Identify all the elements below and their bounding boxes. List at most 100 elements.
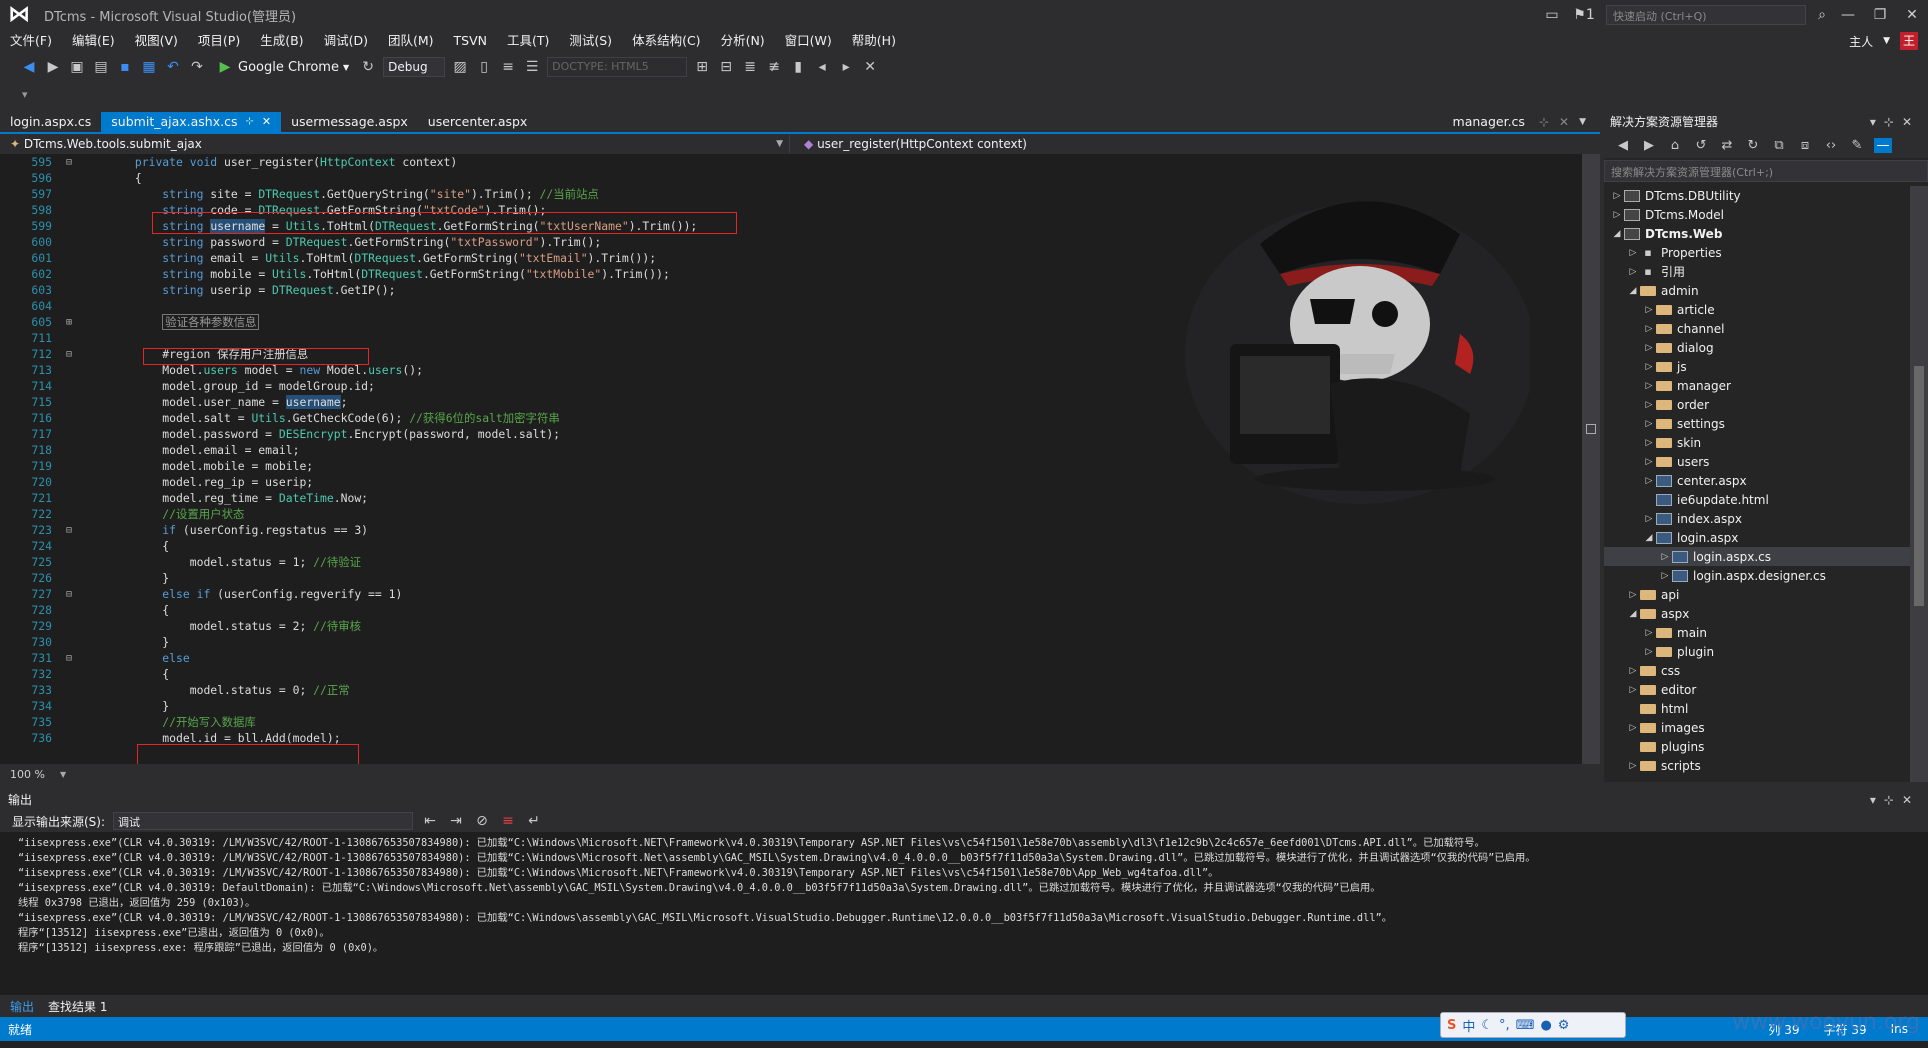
collapse-arrow-icon[interactable]: ◢ <box>1626 609 1640 619</box>
pin-icon[interactable]: ⊹ <box>245 112 253 132</box>
word-wrap-icon[interactable]: ≡ <box>499 813 517 829</box>
close-icon[interactable]: ✕ <box>262 112 271 132</box>
tree-item[interactable]: ◢ admin <box>1604 281 1910 300</box>
close-icon[interactable]: ✕ <box>1902 115 1920 129</box>
indent-icon[interactable]: ≡ <box>499 59 517 75</box>
tree-item[interactable]: ▷ DTcms.DBUtility <box>1604 186 1910 205</box>
clear-all-icon[interactable]: ⊘ <box>473 813 491 829</box>
search-icon[interactable]: ⌕ <box>1812 7 1832 23</box>
align-icon[interactable]: ⊞ <box>693 59 711 75</box>
pin-icon[interactable]: ⊹ <box>1539 115 1549 129</box>
preview-icon[interactable]: — <box>1874 137 1892 153</box>
back-icon[interactable]: ◀ <box>20 59 38 75</box>
settings-icon[interactable]: ⚙ <box>1558 1018 1570 1033</box>
quick-launch-input[interactable]: 快速启动 (Ctrl+Q) <box>1606 5 1806 25</box>
tab-submit-ajax-ashx-cs[interactable]: submit_ajax.ashx.cs ⊹ ✕ <box>101 112 282 132</box>
tab-list-dropdown-icon[interactable]: ▼ <box>1579 117 1586 127</box>
toggle-word-wrap-icon[interactable]: ↵ <box>525 813 543 829</box>
notifications-icon[interactable]: ▭ <box>1536 7 1568 23</box>
collapse-icon[interactable]: ⊟ <box>58 525 80 536</box>
clear-bookmarks-icon[interactable]: ✕ <box>861 59 879 75</box>
menu-debug[interactable]: 调试(D) <box>314 30 378 52</box>
new-project-icon[interactable]: ▣ <box>68 59 86 75</box>
tree-item[interactable]: ▷ plugin <box>1604 642 1910 661</box>
tab-manager-cs[interactable]: manager.cs <box>1449 112 1529 132</box>
uncomment-icon[interactable]: ≢ <box>765 59 783 75</box>
page-icon[interactable]: ▯ <box>475 59 493 75</box>
menu-team[interactable]: 团队(M) <box>378 30 444 52</box>
prev-bookmark-icon[interactable]: ◂ <box>813 59 831 75</box>
expand-arrow-icon[interactable]: ▷ <box>1610 210 1624 220</box>
expand-arrow-icon[interactable]: ▷ <box>1626 666 1640 676</box>
expand-arrow-icon[interactable]: ▷ <box>1642 343 1656 353</box>
ime-toolbar[interactable]: S 中 ☾ °, ⌨ ● ⚙ <box>1440 1012 1626 1038</box>
half-width-icon[interactable]: ☾ <box>1481 1018 1493 1033</box>
menu-architecture[interactable]: 体系结构(C) <box>622 30 710 52</box>
tree-item[interactable]: ▷ js <box>1604 357 1910 376</box>
overflow-icon[interactable]: ▾ <box>22 88 28 101</box>
tab-usercenter-aspx[interactable]: usercenter.aspx <box>418 112 538 132</box>
solution-explorer-scrollbar[interactable] <box>1910 186 1928 782</box>
redo-icon[interactable]: ↷ <box>188 59 206 75</box>
pin-icon[interactable]: ⊹ <box>1884 115 1902 129</box>
menu-project[interactable]: 项目(P) <box>188 30 250 52</box>
code-text-area[interactable]: 595 ⊟ private void user_register(HttpCont… <box>0 154 1580 764</box>
expand-arrow-icon[interactable]: ▷ <box>1658 571 1672 581</box>
menu-test[interactable]: 测试(S) <box>559 30 622 52</box>
tree-item[interactable]: ▷ center.aspx <box>1604 471 1910 490</box>
expand-arrow-icon[interactable]: ▷ <box>1642 324 1656 334</box>
expand-arrow-icon[interactable]: ▷ <box>1642 438 1656 448</box>
pending-changes-icon[interactable]: ↺ <box>1692 138 1710 153</box>
collapse-icon[interactable]: ⊟ <box>58 157 80 168</box>
chevron-down-icon[interactable]: ▾ <box>1870 793 1884 807</box>
expand-arrow-icon[interactable]: ▷ <box>1658 552 1672 562</box>
keyboard-icon[interactable]: ⌨ <box>1516 1018 1535 1033</box>
user-icon[interactable]: ● <box>1540 1018 1551 1033</box>
menu-view[interactable]: 视图(V) <box>125 30 188 52</box>
expand-arrow-icon[interactable]: ▷ <box>1642 628 1656 638</box>
close-button[interactable]: ✕ <box>1896 7 1928 23</box>
save-all-icon[interactable]: ▦ <box>140 59 158 75</box>
sync-icon[interactable]: ⇄ <box>1718 138 1736 153</box>
outdent-icon[interactable]: ☰ <box>523 59 541 75</box>
menu-file[interactable]: 文件(F) <box>0 30 62 52</box>
expand-arrow-icon[interactable]: ▷ <box>1642 514 1656 524</box>
expand-arrow-icon[interactable]: ▷ <box>1642 305 1656 315</box>
minimize-button[interactable]: — <box>1832 7 1864 23</box>
expand-arrow-icon[interactable]: ▷ <box>1626 761 1640 771</box>
tree-item[interactable]: ▷ index.aspx <box>1604 509 1910 528</box>
tree-item[interactable]: ▷ channel <box>1604 319 1910 338</box>
tree-item[interactable]: ▷ main <box>1604 623 1910 642</box>
find-in-files-icon[interactable]: ▨ <box>451 59 469 75</box>
ime-mode-label[interactable]: 中 <box>1462 1016 1475 1035</box>
pin-icon[interactable]: ⊹ <box>1884 793 1902 807</box>
expand-arrow-icon[interactable]: ▷ <box>1642 647 1656 657</box>
expand-arrow-icon[interactable]: ▷ <box>1626 267 1640 277</box>
start-debugging-button[interactable]: ▶ Google Chrome ▼ <box>212 59 353 75</box>
tree-item[interactable]: ▷ api <box>1604 585 1910 604</box>
scroll-thumb[interactable] <box>1586 424 1596 434</box>
expand-arrow-icon[interactable]: ▷ <box>1610 191 1624 201</box>
expand-arrow-icon[interactable]: ▷ <box>1642 362 1656 372</box>
tree-item[interactable]: ▷ scripts <box>1604 756 1910 775</box>
output-text[interactable]: “iisexpress.exe”(CLR v4.0.30319: /LM/W3S… <box>0 832 1928 956</box>
tree-item[interactable]: ▷ article <box>1604 300 1910 319</box>
collapse-arrow-icon[interactable]: ◢ <box>1626 286 1640 296</box>
menu-build[interactable]: 生成(B) <box>250 30 313 52</box>
tree-item[interactable]: ▷ images <box>1604 718 1910 737</box>
tree-item[interactable]: ▷ order <box>1604 395 1910 414</box>
go-to-prev-message-icon[interactable]: ⇤ <box>421 813 439 829</box>
menu-help[interactable]: 帮助(H) <box>842 30 906 52</box>
member-dropdown[interactable]: ◆ user_register(HttpContext context) <box>790 135 1027 153</box>
tab-usermessage-aspx[interactable]: usermessage.aspx <box>281 112 418 132</box>
chevron-down-icon[interactable]: ▾ <box>1870 115 1884 129</box>
expand-icon[interactable]: ⊞ <box>58 317 80 328</box>
menu-window[interactable]: 窗口(W) <box>775 30 842 52</box>
collapse-all-icon[interactable]: ⧉ <box>1770 138 1788 153</box>
close-icon[interactable]: ✕ <box>1559 115 1569 129</box>
chevron-down-icon[interactable]: ▼ <box>60 770 66 779</box>
solution-configuration-select[interactable]: Debug <box>383 57 446 77</box>
expand-arrow-icon[interactable]: ▷ <box>1626 685 1640 695</box>
tree-item[interactable]: ▷ dialog <box>1604 338 1910 357</box>
tree-item[interactable]: ▷ ▪ Properties <box>1604 243 1910 262</box>
